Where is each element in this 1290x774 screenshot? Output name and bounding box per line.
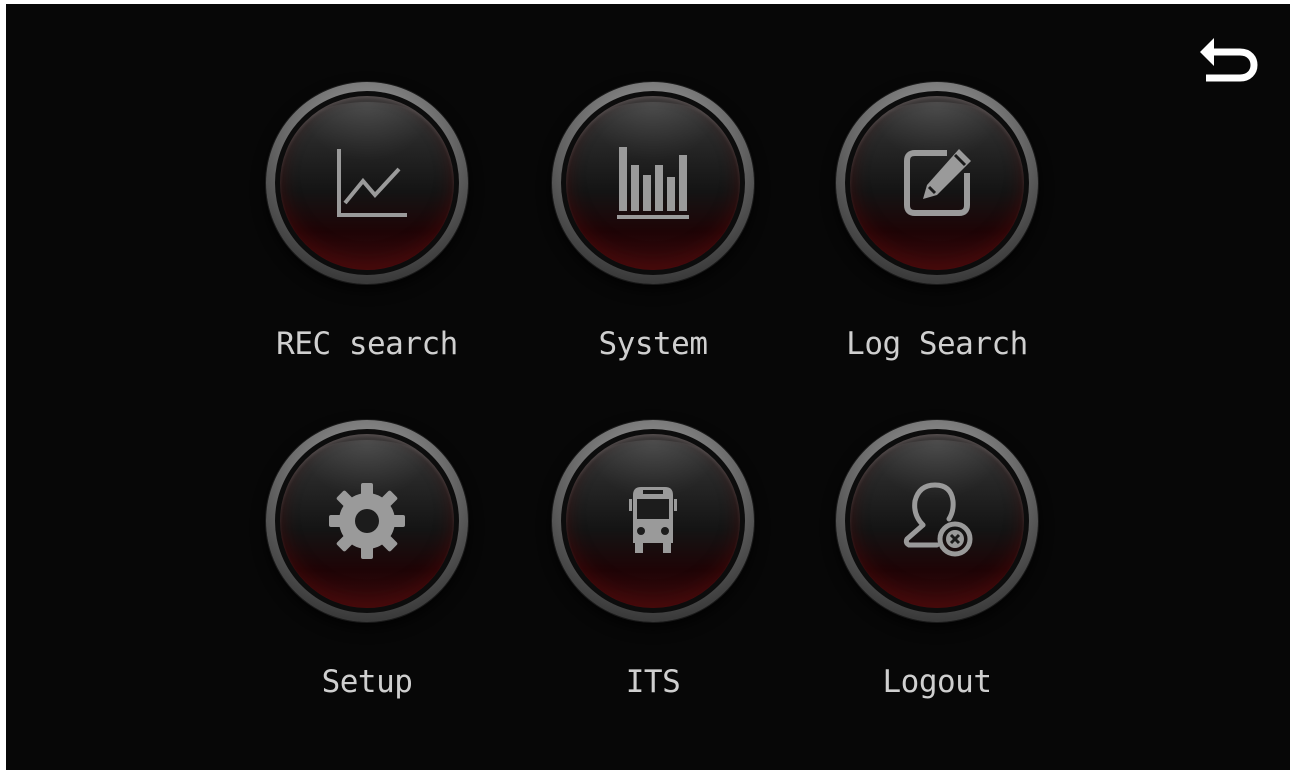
- gear-icon: [327, 481, 407, 561]
- button-ring: [836, 82, 1038, 284]
- menu-item-label: Log Search: [846, 326, 1028, 362]
- back-arrow-icon: [1200, 38, 1258, 82]
- menu-item-label: System: [598, 326, 708, 362]
- user-remove-icon: [897, 481, 977, 561]
- menu-item-label: REC search: [276, 326, 458, 362]
- button-ring: [266, 82, 468, 284]
- menu-item-log-search[interactable]: Log Search: [817, 82, 1057, 382]
- bus-icon: [613, 481, 693, 561]
- back-button[interactable]: [1196, 32, 1262, 84]
- menu-item-system[interactable]: System: [533, 82, 773, 382]
- menu-item-logout[interactable]: Logout: [817, 420, 1057, 720]
- menu-item-rec-search[interactable]: REC search: [247, 82, 487, 382]
- button-ring: [266, 420, 468, 622]
- menu-item-its[interactable]: ITS: [533, 420, 773, 720]
- button-ring: [552, 82, 754, 284]
- bar-chart-icon: [613, 143, 693, 223]
- line-chart-icon: [327, 143, 407, 223]
- main-menu-screen: REC search System Log Search Setup ITS L…: [6, 4, 1290, 770]
- edit-log-icon: [897, 143, 977, 223]
- menu-item-setup[interactable]: Setup: [247, 420, 487, 720]
- menu-item-label: Logout: [882, 664, 992, 700]
- menu-item-label: Setup: [321, 664, 413, 700]
- menu-item-label: ITS: [625, 664, 681, 700]
- button-ring: [836, 420, 1038, 622]
- button-ring: [552, 420, 754, 622]
